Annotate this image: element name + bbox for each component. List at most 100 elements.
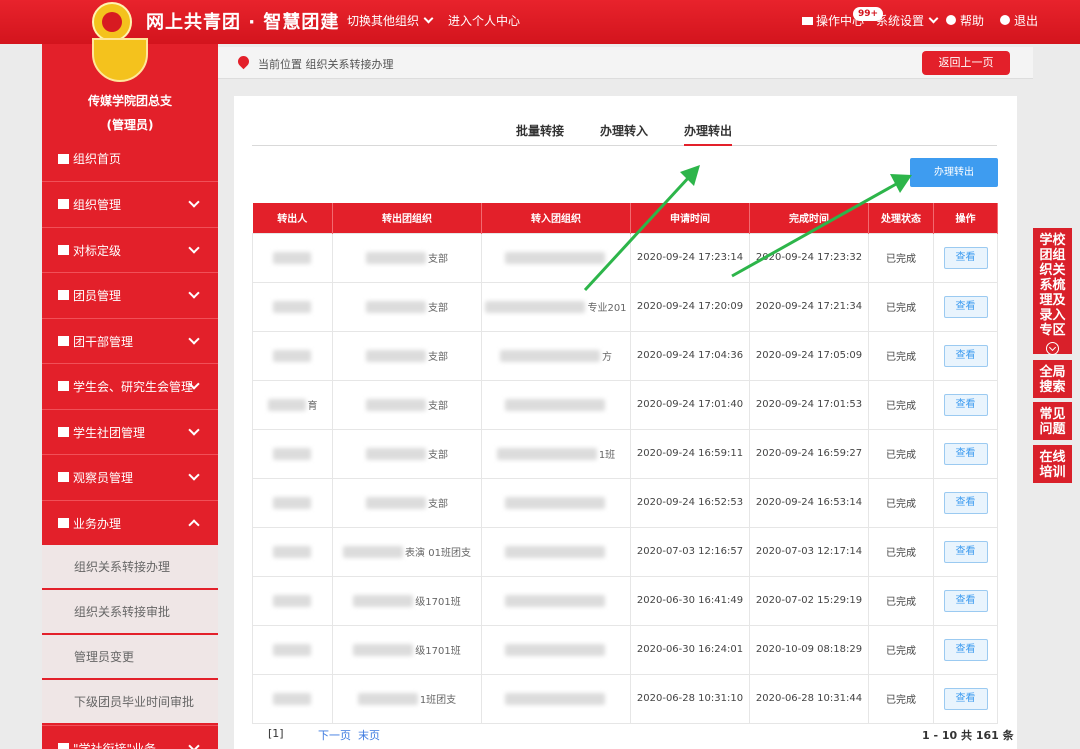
cell-from — [252, 428, 333, 479]
cell-done-time: 2020-10-09 08:18:29 — [749, 624, 869, 675]
users-icon — [58, 290, 69, 300]
col-header-out-org: 转出团组织 — [332, 203, 482, 233]
users-icon — [58, 427, 69, 437]
view-button[interactable]: 查看 — [943, 491, 988, 514]
cell-in-org — [481, 673, 631, 724]
cell-action: 查看 — [933, 232, 998, 283]
cell-text: 专业201 — [587, 303, 627, 314]
sidebar-item-home[interactable]: 组织首页 — [42, 136, 218, 181]
logout-link[interactable]: 退出 — [1000, 12, 1038, 29]
breadcrumb-bar: 当前位置 组织关系转接办理 返回上一页 — [218, 47, 1033, 79]
view-button[interactable]: 查看 — [943, 687, 988, 710]
tab-transfer-in[interactable]: 办理转入 — [600, 122, 648, 139]
tab-batch-transfer[interactable]: 批量转接 — [516, 122, 564, 139]
sidebar-item-label: 业务办理 — [73, 516, 122, 531]
view-button[interactable]: 查看 — [943, 540, 988, 563]
cell-out-org: 支部 — [332, 428, 482, 479]
sub-item-admin-change[interactable]: 管理员变更 — [42, 635, 218, 679]
redacted-text — [505, 643, 605, 656]
sidebar-item-label: 对标定级 — [73, 243, 122, 258]
redacted-text — [357, 692, 418, 705]
right-tab-global-search[interactable]: 全局搜索 — [1033, 360, 1072, 398]
cell-action: 查看 — [933, 428, 998, 479]
pager-current[interactable]: [1] — [268, 727, 284, 740]
cell-text: 1班 — [598, 450, 616, 461]
view-button[interactable]: 查看 — [943, 393, 988, 416]
chevron-down-icon — [188, 740, 200, 749]
sidebar-item-members[interactable]: 团员管理 — [42, 272, 218, 317]
cell-action: 查看 — [933, 281, 998, 332]
cell-apply-time: 2020-06-30 16:24:01 — [630, 624, 750, 675]
top-bar: 网上共青团 · 智慧团建 切换其他组织 进入个人中心 操作中心 99+ 系统设置… — [0, 0, 1080, 44]
users-icon — [58, 336, 69, 346]
cell-done-time: 2020-09-24 17:05:09 — [749, 330, 869, 381]
tab-transfer-out[interactable]: 办理转出 — [684, 122, 733, 146]
list-icon — [58, 743, 69, 749]
redacted-text — [267, 398, 306, 411]
system-settings-link[interactable]: 系统设置 — [876, 12, 939, 29]
sidebar-item-label: 学生会、研究生会管理 — [73, 379, 194, 394]
sub-item-graduation-approve[interactable]: 下级团员毕业时间审批 — [42, 680, 218, 724]
view-button[interactable]: 查看 — [943, 246, 988, 269]
transfer-out-button[interactable]: 办理转出 — [910, 158, 998, 187]
pager-next[interactable]: 下一页 — [318, 727, 351, 743]
cell-status: 已完成 — [868, 575, 934, 626]
switch-org-link[interactable]: 切换其他组织 — [347, 12, 434, 29]
cell-from — [252, 575, 333, 626]
help-link[interactable]: 帮助 — [946, 12, 984, 29]
sidebar-item-clubs[interactable]: 学生社团管理 — [42, 409, 218, 454]
cell-from — [252, 232, 333, 283]
right-tab-faq[interactable]: 常见问题 — [1033, 402, 1072, 440]
chevron-down-icon — [188, 242, 200, 254]
redacted-text — [505, 251, 605, 264]
sidebar-item-student-union[interactable]: 学生会、研究生会管理 — [42, 363, 218, 408]
users-icon — [58, 472, 69, 482]
cell-action: 查看 — [933, 673, 998, 724]
sidebar: 传媒学院团总支 (管理员) 组织首页 组织管理 对标定级 团员管理 团干部管理 … — [42, 38, 218, 749]
pager-summary: 1 - 10 共 161 条 — [922, 729, 1014, 742]
cell-text: 支部 — [428, 450, 448, 461]
cell-in-org — [481, 575, 631, 626]
cell-apply-time: 2020-06-28 10:31:10 — [630, 673, 750, 724]
sidebar-item-label: 观察员管理 — [73, 470, 134, 485]
pager-last[interactable]: 末页 — [358, 727, 380, 743]
sidebar-item-business[interactable]: 业务办理 — [42, 500, 218, 545]
help-icon — [946, 15, 956, 25]
cell-apply-time: 2020-09-24 17:04:36 — [630, 330, 750, 381]
sidebar-item-benchmark[interactable]: 对标定级 — [42, 227, 218, 272]
cell-text: 级1701班 — [415, 646, 461, 657]
redacted-text — [505, 545, 605, 558]
league-emblem-icon — [92, 2, 132, 42]
main-panel: 批量转接 办理转入 办理转出 办理转出 转出人 转出团组织 转入团组织 申请时间… — [234, 96, 1017, 749]
redacted-text — [366, 251, 426, 264]
transfer-table: 转出人 转出团组织 转入团组织 申请时间 完成时间 处理状态 操作 支部 2020… — [252, 203, 998, 724]
sidebar-item-org-management[interactable]: 组织管理 — [42, 181, 218, 226]
cell-in-org: 1班 — [481, 428, 631, 479]
sidebar-item-school-society[interactable]: "学社衔接"业务 — [42, 725, 218, 749]
view-button[interactable]: 查看 — [943, 638, 988, 661]
cell-in-org — [481, 526, 631, 577]
cell-text: 支部 — [428, 303, 448, 314]
sub-item-transfer-handle[interactable]: 组织关系转接办理 — [42, 545, 218, 589]
view-button[interactable]: 查看 — [943, 344, 988, 367]
right-tab-training[interactable]: 在线培训 — [1033, 445, 1072, 483]
sidebar-item-observers[interactable]: 观察员管理 — [42, 454, 218, 499]
cell-out-org: 1班团支 — [332, 673, 482, 724]
sub-item-transfer-approve[interactable]: 组织关系转接审批 — [42, 590, 218, 634]
sidebar-item-cadres[interactable]: 团干部管理 — [42, 318, 218, 363]
view-button[interactable]: 查看 — [943, 442, 988, 465]
view-button[interactable]: 查看 — [943, 295, 988, 318]
personal-center-link[interactable]: 进入个人中心 — [448, 12, 520, 29]
cell-from — [252, 673, 333, 724]
back-button[interactable]: 返回上一页 — [922, 51, 1010, 75]
cell-done-time: 2020-09-24 17:21:34 — [749, 281, 869, 332]
table-row: 级1701班 2020-06-30 16:24:01 2020-10-09 08:1… — [252, 624, 998, 675]
redacted-text — [272, 251, 311, 264]
redacted-text — [272, 496, 311, 509]
right-tab-school-zone[interactable]: 学校团组织关系梳理及录入专区 — [1033, 228, 1072, 355]
cell-text: 支部 — [428, 499, 448, 510]
location-pin-icon — [235, 53, 252, 70]
view-button[interactable]: 查看 — [943, 589, 988, 612]
table-row: 支部 2020-09-24 17:23:14 2020-09-24 17:23:32… — [252, 232, 998, 283]
cell-from — [252, 526, 333, 577]
